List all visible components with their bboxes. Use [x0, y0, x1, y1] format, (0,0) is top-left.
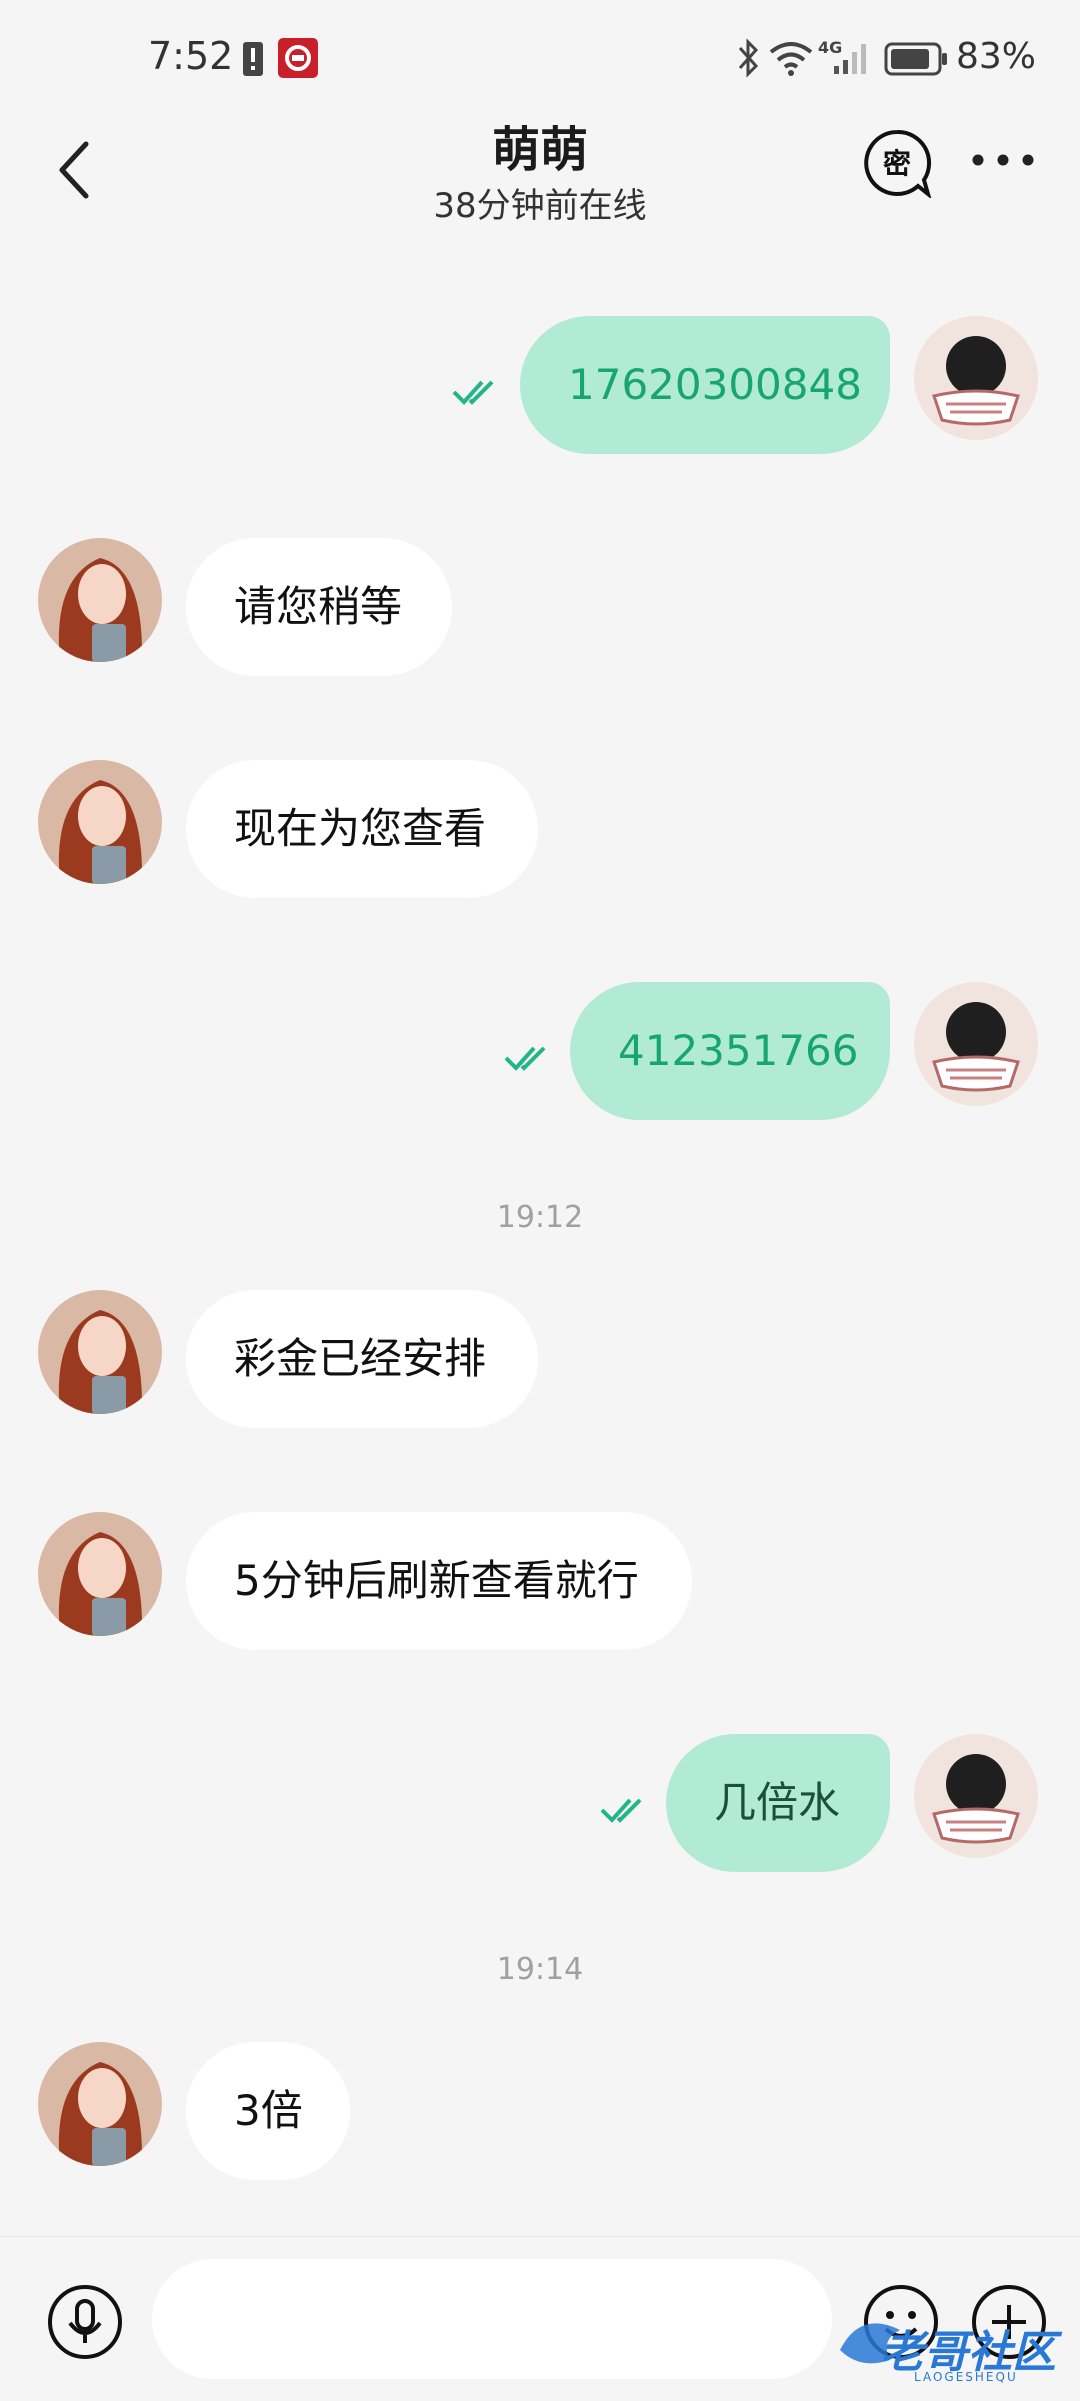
my-avatar[interactable] [914, 982, 1038, 1106]
contact-avatar-image [38, 2042, 162, 2166]
bank-app-icon [278, 38, 318, 78]
message-bubble[interactable]: 现在为您查看 [186, 760, 538, 898]
message-bubble[interactable]: 几倍水 [666, 1734, 890, 1872]
wifi-icon [769, 42, 813, 76]
signal-icon [834, 44, 866, 74]
status-bar: 7:52 4G 83% [0, 0, 1080, 120]
contact-avatar[interactable] [38, 1512, 162, 1636]
read-check-icon [452, 380, 494, 405]
microphone-icon[interactable] [46, 2283, 124, 2361]
message-bubble[interactable]: 3倍 [186, 2042, 350, 2180]
my-avatar[interactable] [914, 316, 1038, 440]
message-bubble[interactable]: 5分钟后刷新查看就行 [186, 1512, 692, 1650]
battery-percent: 83% [956, 36, 1037, 77]
secret-chat-button[interactable]: 密 [862, 128, 932, 198]
contact-avatar[interactable] [38, 538, 162, 662]
bluetooth-icon [738, 38, 759, 78]
contact-avatar[interactable] [38, 1290, 162, 1414]
timestamp: 19:14 [496, 1952, 584, 1987]
more-icon[interactable] [968, 140, 1038, 180]
battery-icon [884, 42, 947, 76]
watermark-subtext: LAOGESHEQU [914, 2370, 1018, 2384]
message-bubble[interactable]: 彩金已经安排 [186, 1290, 538, 1428]
message-bubble[interactable]: 17620300848 [520, 316, 890, 454]
read-check-icon [504, 1046, 546, 1071]
secret-chat-label: 密 [882, 147, 911, 180]
contact-avatar-image [38, 760, 162, 884]
read-check-icon [600, 1798, 642, 1823]
contact-avatar-image [38, 1290, 162, 1414]
user-avatar-image [914, 1734, 1038, 1858]
contact-avatar[interactable] [38, 2042, 162, 2166]
user-avatar-image [914, 316, 1038, 440]
user-avatar-image [914, 982, 1038, 1106]
timestamp: 19:12 [496, 1200, 584, 1235]
status-time: 7:52 [148, 34, 234, 78]
chat-header: 萌萌 38分钟前在线 密 [0, 110, 1080, 230]
contact-avatar[interactable] [38, 760, 162, 884]
contact-avatar-image [38, 1512, 162, 1636]
message-input[interactable] [152, 2259, 832, 2379]
message-bubble[interactable]: 412351766 [570, 982, 890, 1120]
watermark-logo: 老哥社区 LAOGESHEQU [830, 2290, 1080, 2400]
message-bubble[interactable]: 请您稍等 [186, 538, 452, 676]
alert-icon [243, 42, 263, 76]
my-avatar[interactable] [914, 1734, 1038, 1858]
contact-avatar-image [38, 538, 162, 662]
